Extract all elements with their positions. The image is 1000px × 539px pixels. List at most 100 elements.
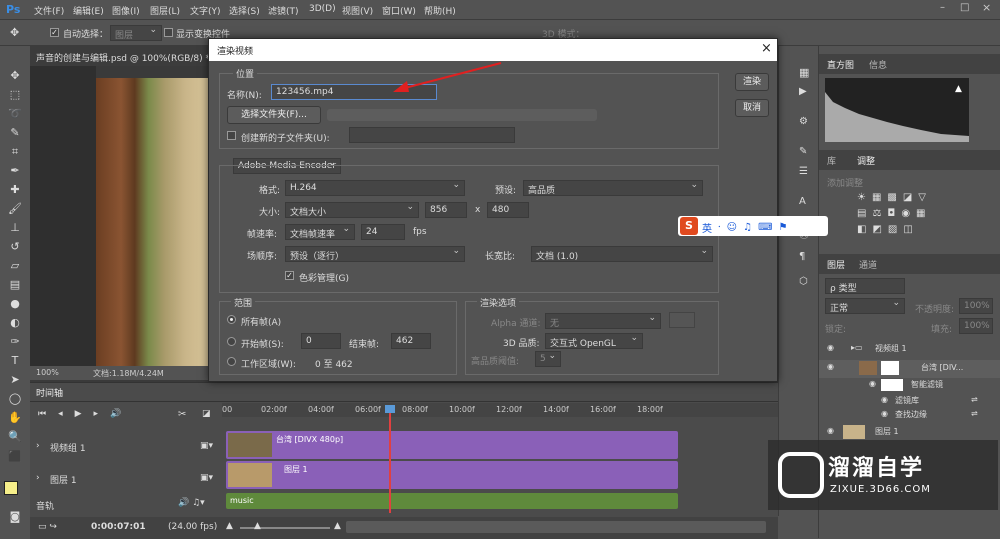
path-select-icon[interactable]: ➤ (7, 373, 23, 387)
blend-mode-select[interactable]: 正常 (825, 298, 905, 314)
tab-histogram[interactable]: 直方图 (827, 58, 854, 71)
fill-input[interactable]: 100% (959, 318, 993, 334)
quick-mask-icon[interactable]: ◙ (7, 510, 23, 524)
timeline-tab[interactable]: 时间轴 (36, 386, 63, 399)
format-select[interactable]: H.264 (285, 180, 465, 196)
auto-select-dropdown[interactable]: 图层 (110, 25, 162, 41)
dodge-icon[interactable]: ◐ (7, 316, 23, 330)
menu-help[interactable]: 帮助(H) (424, 4, 456, 17)
eye-icon[interactable]: ◉ (827, 426, 834, 435)
zoom-in-icon[interactable]: ▲ (334, 521, 341, 531)
minimize-icon[interactable]: – (940, 2, 945, 13)
zoom-out-icon[interactable]: ▲ (226, 521, 233, 531)
alpha-select[interactable]: 无 (545, 313, 661, 329)
lasso-icon[interactable]: ➰ (7, 107, 23, 121)
histogram-panel-icon[interactable]: ▦ (799, 66, 809, 79)
tab-libraries[interactable]: 库 (827, 154, 836, 167)
alpha-color-swatch[interactable] (669, 312, 695, 328)
eye-icon[interactable]: ◉ (869, 379, 876, 388)
properties-icon[interactable]: ☰ (799, 166, 808, 177)
video-clip[interactable]: 台湾 [DIVX 480p] (226, 431, 678, 459)
layer-row[interactable]: ◉ 查找边缘 ⇌ (819, 408, 1000, 424)
menu-type[interactable]: 文字(Y) (190, 4, 221, 17)
menu-file[interactable]: 文件(F) (34, 4, 64, 17)
history-brush-icon[interactable]: ↺ (7, 240, 23, 254)
menu-filter[interactable]: 滤镜(T) (268, 4, 299, 17)
crop-icon[interactable]: ⌗ (7, 145, 23, 159)
tab-channels[interactable]: 通道 (859, 258, 877, 271)
field-order-select[interactable]: 预设（逐行） (285, 246, 465, 262)
size-select[interactable]: 文档大小 (285, 202, 419, 218)
stamp-icon[interactable]: ⊥ (7, 221, 23, 235)
track-menu-icon[interactable]: ▣▾ (200, 441, 213, 451)
fps-input[interactable]: 24 (361, 224, 405, 240)
canvas-area[interactable] (30, 66, 210, 382)
width-input[interactable]: 856 (425, 202, 467, 218)
default-colors-icon[interactable]: ⬛ (7, 450, 23, 464)
paragraph-icon[interactable]: ¶ (799, 251, 805, 262)
layer-filter-kind[interactable]: ρ 类型 (825, 278, 905, 294)
ime-toolbar[interactable]: S 英 ⸱☺♫⌨⚑ (678, 216, 828, 236)
quality-select[interactable]: 交互式 OpenGL (545, 333, 643, 349)
menu-layer[interactable]: 图层(L) (150, 4, 180, 17)
start-frame-radio[interactable] (227, 337, 236, 346)
eye-icon[interactable]: ◉ (827, 343, 834, 352)
auto-select-checkbox[interactable]: ✓ (50, 28, 59, 37)
gradient-icon[interactable]: ▤ (7, 278, 23, 292)
render-button[interactable]: 渲染 (735, 73, 769, 91)
warning-icon[interactable]: ▲ (955, 84, 962, 94)
menu-edit[interactable]: 编辑(E) (73, 4, 104, 17)
subfolder-input[interactable] (349, 127, 515, 143)
layer-row[interactable]: ◉ 智能滤镜 (819, 378, 1000, 394)
type-panel-icon[interactable]: A (799, 196, 806, 207)
brush-icon[interactable]: 🖌 (7, 202, 23, 216)
playhead-handle[interactable] (385, 405, 395, 413)
healing-icon[interactable]: ✚ (7, 183, 23, 197)
menu-view[interactable]: 视图(V) (342, 4, 373, 17)
playhead[interactable] (389, 405, 391, 513)
select-folder-button[interactable]: 选择文件夹(F)... (227, 106, 321, 124)
blur-icon[interactable]: ● (7, 297, 23, 311)
timeline-scrollbar[interactable] (346, 521, 766, 533)
menu-window[interactable]: 窗口(W) (382, 4, 416, 17)
filter-options-icon[interactable]: ⇌ (971, 409, 978, 418)
layer-row[interactable]: ◉ 台湾 [DIV... (819, 360, 1000, 378)
3d-panel-icon[interactable]: ⬡ (799, 276, 808, 287)
opacity-input[interactable]: 100% (959, 298, 993, 314)
ime-language[interactable]: 英 (702, 220, 712, 235)
playback-controls-icon[interactable]: ⏮◂▶▸🔊 (38, 409, 133, 419)
color-management-checkbox[interactable]: ✓ (285, 271, 294, 280)
type-icon[interactable]: T (7, 354, 23, 368)
end-frame-input[interactable]: 462 (391, 333, 431, 349)
play-icon[interactable]: ▶ (799, 86, 807, 97)
menu-3d[interactable]: 3D(D) (309, 4, 336, 14)
menu-select[interactable]: 选择(S) (229, 4, 260, 17)
eye-icon[interactable]: ◉ (881, 409, 888, 418)
tab-info[interactable]: 信息 (869, 58, 887, 71)
track-expand-icon[interactable]: › (36, 473, 40, 483)
layer-clip[interactable]: 图层 1 (226, 461, 678, 489)
hand-icon[interactable]: ✋ (7, 411, 23, 425)
cancel-button[interactable]: 取消 (735, 99, 769, 117)
quick-select-icon[interactable]: ✎ (7, 126, 23, 140)
all-frames-radio[interactable] (227, 315, 236, 324)
ime-tools-icon[interactable]: ⸱☺♫⌨⚑ (718, 219, 793, 233)
maximize-icon[interactable]: □ (960, 2, 969, 13)
footer-icons[interactable]: ▭ ↪ (38, 522, 57, 532)
hq-threshold-select[interactable]: 5 (535, 351, 561, 367)
track-menu-icon[interactable]: ▣▾ (200, 473, 213, 483)
show-transform-checkbox[interactable] (164, 28, 173, 37)
marquee-icon[interactable]: ⬚ (7, 88, 23, 102)
aspect-select[interactable]: 文档 (1.0) (531, 246, 713, 262)
track-expand-icon[interactable]: › (36, 441, 40, 451)
adjustment-icons[interactable]: ☀▦▩◪▽ ▤⚖◘◉▦ ◧◩▨◫ (857, 190, 977, 240)
work-area-radio[interactable] (227, 357, 236, 366)
audio-icon[interactable]: 🔊 ♫▾ (178, 498, 205, 508)
brush-settings-icon[interactable]: ✎ (799, 146, 807, 157)
foreground-color-swatch[interactable] (4, 481, 18, 495)
actions-icon[interactable]: ⚙ (799, 116, 808, 127)
scissors-icon[interactable]: ✂ (178, 409, 186, 420)
framerate-select[interactable]: 文档帧速率 (285, 224, 355, 240)
dialog-close-icon[interactable]: × (761, 41, 772, 56)
move-tool-icon[interactable]: ✥ (10, 26, 19, 39)
